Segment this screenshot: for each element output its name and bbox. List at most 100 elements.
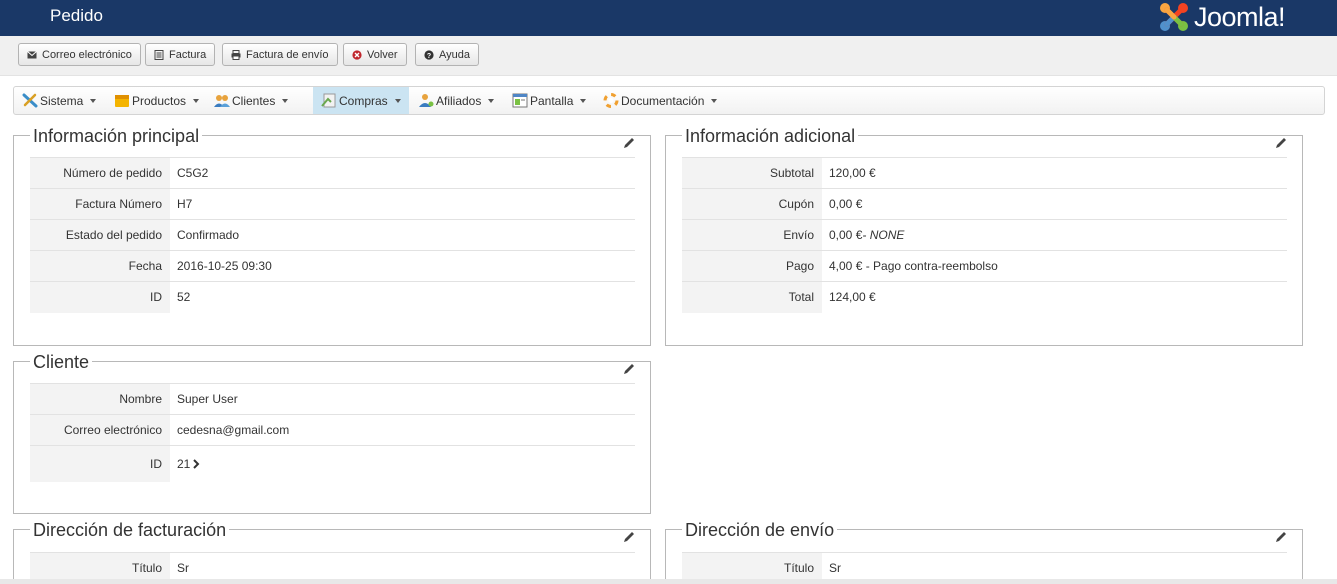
joomla-logo-icon (1160, 3, 1188, 31)
menu-item-system[interactable]: Sistema (14, 87, 104, 114)
customer-legend: Cliente (30, 352, 93, 373)
affiliates-icon (419, 94, 434, 107)
additional-info-table: Subtotal 120,00 € Cupón 0,00 € Envío 0,00 €… (682, 157, 1287, 313)
shipping-invoice-button-label: Factura de envío (246, 48, 329, 61)
field-value: 0,00 € (822, 188, 1287, 220)
table-row: Estado del pedido Confirmado (30, 219, 635, 251)
toolbar: Correo electrónico Factura Factura de en… (0, 36, 1337, 76)
menu-item-purchases-label: Compras (339, 93, 388, 108)
box-icon (115, 95, 129, 107)
menu-item-system-label: Sistema (40, 93, 84, 108)
table-row: Nombre Super User (30, 383, 635, 415)
joomla-logo: Joomla! (1157, 0, 1286, 34)
pencil-icon[interactable] (1274, 530, 1288, 544)
menu-item-purchases[interactable]: Compras (313, 87, 409, 114)
chevron-down-icon (711, 98, 718, 103)
top-bar: Pedido Joomla! (0, 0, 1337, 36)
menu-item-display[interactable]: Pantalla (504, 87, 594, 114)
table-row: Subtotal 120,00 € (682, 157, 1287, 189)
invoice-button-label: Factura (169, 48, 207, 61)
customer-panel: Cliente Nombre Super User Correo electrón… (13, 352, 651, 514)
purchases-icon (321, 93, 336, 108)
main-menu: Sistema Productos Clientes Compras Afili… (13, 86, 1325, 115)
field-value: 0,00 €- NONE (822, 219, 1287, 251)
shipping-invoice-button[interactable]: Factura de envío (222, 43, 338, 66)
table-row: Número de pedido C5G2 (30, 157, 635, 189)
field-label: Estado del pedido (30, 219, 170, 251)
shipping-cost: 0,00 € (829, 228, 863, 242)
shipping-method: - NONE (862, 228, 905, 242)
email-button-label: Correo electrónico (42, 48, 132, 61)
menu-item-display-label: Pantalla (530, 93, 574, 108)
menu-item-affiliates[interactable]: Afiliados (410, 87, 502, 114)
customer-table: Nombre Super User Correo electrónico cedes… (30, 383, 635, 482)
menu-item-documentation[interactable]: Documentación (595, 87, 725, 114)
field-value: 4,00 € - Pago contra-reembolso (822, 250, 1287, 282)
back-button[interactable]: Volver (343, 43, 407, 66)
field-value: 120,00 € (822, 157, 1287, 189)
table-row: Factura Número H7 (30, 188, 635, 220)
main-info-panel: Información principal Número de pedido C5… (13, 126, 651, 346)
billing-address-panel: Dirección de facturación Título Sr (13, 520, 651, 584)
users-icon (214, 95, 230, 107)
table-row: ID 21 (30, 445, 635, 482)
field-label: Número de pedido (30, 157, 170, 189)
pencil-icon[interactable] (622, 362, 636, 376)
email-button[interactable]: Correo electrónico (18, 43, 141, 66)
table-row: Pago 4,00 € - Pago contra-reembolso (682, 250, 1287, 282)
field-label: ID (30, 281, 170, 313)
back-button-label: Volver (367, 48, 398, 61)
field-label: Envío (682, 219, 822, 251)
menu-item-customers-label: Clientes (232, 93, 276, 108)
chevron-down-icon (580, 98, 587, 103)
help-ring-icon (603, 93, 619, 108)
menu-item-products[interactable]: Productos (106, 87, 207, 114)
pencil-icon[interactable] (1274, 136, 1288, 150)
pencil-icon[interactable] (622, 530, 636, 544)
shipping-address-legend: Dirección de envío (682, 520, 838, 541)
tools-icon (22, 93, 38, 108)
field-label: Factura Número (30, 188, 170, 220)
main-info-legend: Información principal (30, 126, 203, 147)
field-label: Total (682, 281, 822, 313)
field-value: 2016-10-25 09:30 (170, 250, 635, 282)
field-label: ID (30, 445, 170, 482)
joomla-wordmark: Joomla! (1194, 1, 1286, 32)
invoice-button[interactable]: Factura (145, 43, 216, 66)
table-row: ID 52 (30, 281, 635, 313)
table-row: Correo electrónico cedesna@gmail.com (30, 414, 635, 446)
chevron-down-icon (90, 98, 97, 103)
customer-id: 21 (177, 456, 191, 471)
field-label: Correo electrónico (30, 414, 170, 446)
additional-info-legend: Información adicional (682, 126, 859, 147)
chevron-right-icon[interactable] (192, 459, 200, 469)
table-row: Envío 0,00 €- NONE (682, 219, 1287, 251)
menu-item-customers[interactable]: Clientes (206, 87, 296, 114)
menu-item-documentation-label: Documentación (621, 93, 705, 108)
invoice-icon (154, 49, 164, 60)
field-label: Cupón (682, 188, 822, 220)
table-row: Fecha 2016-10-25 09:30 (30, 250, 635, 282)
horizontal-scrollbar[interactable] (0, 579, 1337, 584)
shipping-address-panel: Dirección de envío Título Sr (665, 520, 1303, 584)
page-title: Pedido (50, 6, 103, 25)
svg-text:?: ? (427, 53, 431, 60)
help-button[interactable]: ? Ayuda (415, 43, 479, 66)
field-value: 21 (170, 445, 635, 482)
chevron-down-icon (394, 98, 401, 103)
field-value: C5G2 (170, 157, 635, 189)
menu-item-affiliates-label: Afiliados (436, 93, 482, 108)
pencil-icon[interactable] (622, 136, 636, 150)
chevron-down-icon (282, 98, 289, 103)
field-value: Confirmado (170, 219, 635, 251)
field-value: 124,00 € (822, 281, 1287, 313)
field-value: cedesna@gmail.com (170, 414, 635, 446)
field-label: Pago (682, 250, 822, 282)
display-icon (512, 93, 528, 108)
envelope-icon (27, 50, 37, 58)
field-label: Fecha (30, 250, 170, 282)
main-info-table: Número de pedido C5G2 Factura Número H7 Es… (30, 157, 635, 313)
table-row: Total 124,00 € (682, 281, 1287, 313)
field-value: 52 (170, 281, 635, 313)
chevron-down-icon (193, 98, 200, 103)
